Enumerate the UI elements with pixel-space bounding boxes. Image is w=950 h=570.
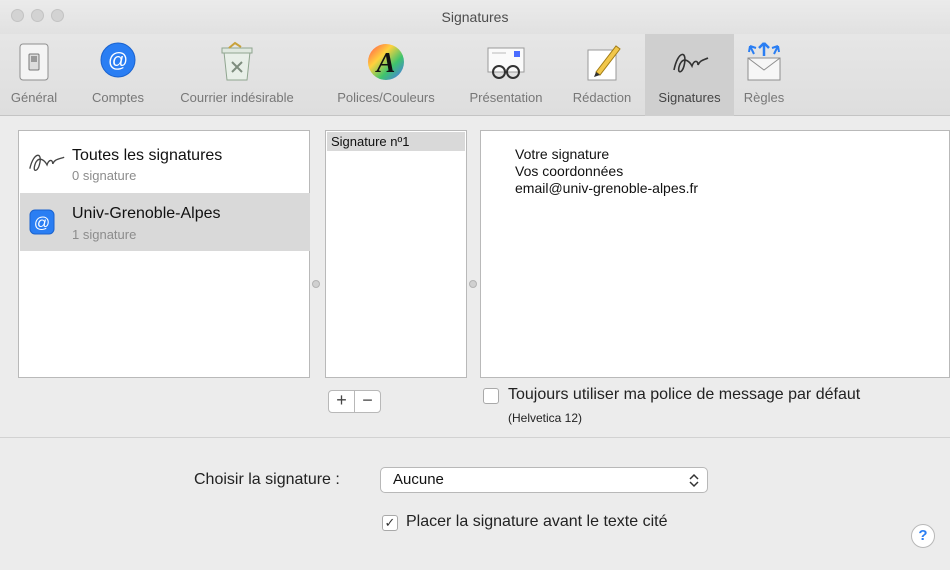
tab-fonts-colors[interactable]: A Polices/Couleurs (320, 34, 452, 116)
tab-rules-label: Règles (743, 90, 785, 105)
tab-composing-label: Rédaction (572, 90, 632, 105)
signature-line: email@univ-grenoble-alpes.fr (515, 180, 699, 196)
signatures-list[interactable]: Signature nº1 (325, 130, 467, 378)
signature-icon (672, 53, 708, 73)
default-font-value: (Helvetica 12) (508, 411, 583, 425)
signature-editor[interactable]: Votre signature Vos coordonnées email@un… (480, 130, 950, 378)
account-signature-count: 0 signature (72, 168, 137, 183)
add-signature-button[interactable]: + (328, 390, 355, 413)
glasses-letter-icon (487, 47, 525, 79)
tab-accounts-label: Comptes (91, 90, 145, 105)
splitter-handle[interactable] (312, 280, 320, 288)
svg-text:@: @ (34, 215, 50, 232)
choose-signature-value: Aucune (393, 471, 444, 488)
tab-signatures[interactable]: Signatures (645, 34, 734, 116)
preferences-toolbar: Général @ Comptes Courrier indésirable A… (0, 34, 950, 116)
bottom-bar (0, 437, 950, 570)
list-item-signature[interactable]: Signature nº1 (327, 132, 465, 151)
title-bar: Signatures (0, 0, 950, 34)
preferences-window: Signatures Général @ Comptes Courrier in… (0, 0, 950, 570)
place-before-checkbox[interactable]: ✓ (382, 515, 398, 531)
tab-general-label: Général (10, 90, 58, 105)
tab-junk-mail-label: Courrier indésirable (180, 90, 294, 105)
tab-viewing[interactable]: Présentation (456, 34, 556, 116)
tab-fonts-colors-label: Polices/Couleurs (337, 90, 435, 105)
at-sign-icon: @ (100, 42, 136, 78)
chevron-updown-icon (689, 473, 699, 488)
accounts-list[interactable]: Toutes les signatures 0 signature @ Univ… (18, 130, 310, 378)
at-sign-icon: @ (29, 209, 55, 235)
choose-signature-label: Choisir la signature : (194, 471, 340, 488)
help-button[interactable]: ? (911, 524, 935, 548)
list-item-all-signatures[interactable]: Toutes les signatures 0 signature (20, 133, 310, 191)
switch-icon (19, 43, 49, 81)
default-font-checkbox[interactable] (483, 388, 499, 404)
junk-trash-icon (221, 41, 253, 81)
font-colors-icon: A (368, 44, 404, 80)
tab-accounts[interactable]: @ Comptes (84, 34, 152, 116)
place-before-label: Placer la signature avant le texte cité (406, 513, 668, 530)
account-name: Toutes les signatures (72, 147, 223, 164)
tab-general[interactable]: Général (2, 34, 66, 116)
tab-junk-mail[interactable]: Courrier indésirable (160, 34, 314, 116)
pencil-paper-icon (587, 45, 621, 81)
list-item-univ-grenoble-alpes[interactable]: @ Univ-Grenoble-Alpes 1 signature (20, 193, 310, 251)
choose-signature-popup[interactable]: Aucune (380, 467, 708, 493)
tab-rules[interactable]: Règles (736, 34, 792, 116)
remove-signature-button[interactable]: − (354, 390, 381, 413)
tab-viewing-label: Présentation (469, 90, 543, 105)
window-title: Signatures (441, 9, 509, 25)
splitter-handle[interactable] (469, 280, 477, 288)
rules-envelope-icon (747, 42, 781, 81)
tab-composing[interactable]: Rédaction (562, 34, 642, 116)
signature-icon (29, 154, 65, 172)
svg-text:A: A (375, 48, 396, 79)
account-name: Univ-Grenoble-Alpes (72, 205, 221, 222)
svg-text:@: @ (108, 50, 128, 72)
tab-signatures-label: Signatures (658, 90, 721, 105)
account-signature-count: 1 signature (72, 227, 137, 242)
default-font-label: Toujours utiliser ma police de message p… (508, 386, 861, 403)
